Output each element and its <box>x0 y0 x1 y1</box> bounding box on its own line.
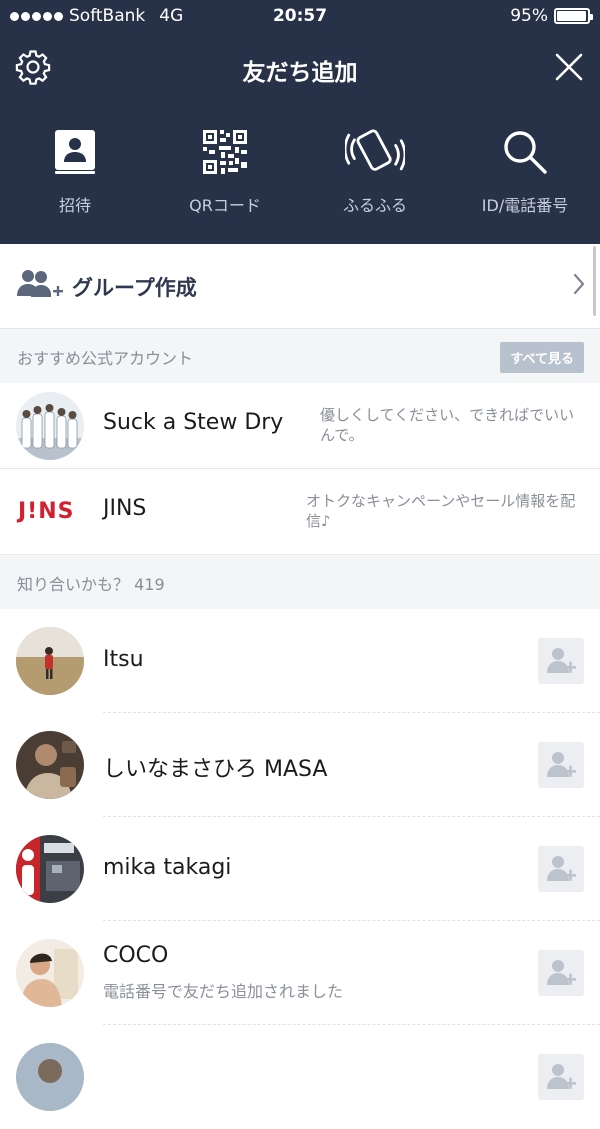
friend-name: mika takagi <box>103 855 232 880</box>
header: SoftBank 4G 20:57 95% 友だち追加 招待 QRコード ふるふ… <box>0 0 600 244</box>
add-friend-button[interactable] <box>538 846 584 892</box>
shake-phone-icon <box>345 122 405 182</box>
qr-code-icon <box>195 122 255 182</box>
official-account-item[interactable]: J!NS JINS オトクなキャンペーンやセール情報を配信♪ <box>0 469 600 555</box>
list-item[interactable]: COCO 電話番号で友だち追加されました <box>0 921 600 1025</box>
search-icon <box>495 122 555 182</box>
avatar <box>16 627 84 695</box>
create-group-row[interactable]: グループ作成 <box>0 244 600 329</box>
status-right: 95% <box>510 6 593 26</box>
add-friend-button[interactable] <box>538 742 584 788</box>
official-account-name: Suck a Stew Dry <box>103 410 284 435</box>
official-account-description: オトクなキャンペーンやセール情報を配信♪ <box>306 492 576 530</box>
see-all-button[interactable]: すべて見る <box>500 342 584 373</box>
avatar <box>16 835 84 903</box>
official-accounts-title: おすすめ公式アカウント <box>17 349 194 368</box>
add-group-icon <box>16 268 64 306</box>
shake-button[interactable]: ふるふる <box>300 100 450 244</box>
add-friend-button[interactable] <box>538 638 584 684</box>
add-friend-button[interactable] <box>538 1054 584 1100</box>
page-title: 友だち追加 <box>242 60 358 86</box>
shake-label: ふるふる <box>342 196 407 215</box>
scrollbar[interactable] <box>593 246 596 316</box>
list-item[interactable]: しいなまさひろ MASA <box>0 713 600 817</box>
list-item[interactable]: Itsu <box>0 609 600 713</box>
add-friend-icon <box>547 648 576 673</box>
avatar <box>16 1043 84 1111</box>
avatar <box>16 939 84 1007</box>
jins-logo: J!NS <box>18 499 75 524</box>
friend-name: COCO <box>103 943 169 968</box>
list-item[interactable] <box>0 1025 600 1129</box>
friend-name: しいなまさひろ MASA <box>103 757 328 782</box>
friend-subtext: 電話番号で友だち追加されました <box>103 982 344 1001</box>
title-bar: 友だち追加 <box>0 34 600 100</box>
avatar <box>16 731 84 799</box>
official-account-avatar <box>16 392 84 460</box>
official-accounts-header: おすすめ公式アカウント すべて見る <box>0 329 600 383</box>
qr-code-button[interactable]: QRコード <box>150 100 300 244</box>
list-item[interactable]: mika takagi <box>0 817 600 921</box>
official-account-name: JINS <box>103 496 147 521</box>
battery-percent: 95% <box>510 6 548 26</box>
id-phone-search-label: ID/電話番号 <box>481 196 569 215</box>
id-phone-search-button[interactable]: ID/電話番号 <box>450 100 600 244</box>
add-friend-button[interactable] <box>538 950 584 996</box>
add-friend-icon <box>547 856 576 881</box>
add-friend-icon <box>547 960 576 985</box>
close-icon <box>555 53 583 81</box>
add-friend-icon <box>547 752 576 777</box>
official-account-item[interactable]: Suck a Stew Dry 優しくしてください、できればでいいんで。 <box>0 383 600 469</box>
invite-button[interactable]: 招待 <box>0 100 150 244</box>
contact-book-icon <box>45 122 105 182</box>
battery-icon <box>554 8 593 24</box>
invite-label: 招待 <box>58 196 91 215</box>
create-group-label: グループ作成 <box>72 276 197 300</box>
status-bar: SoftBank 4G 20:57 95% <box>0 0 600 34</box>
friend-name: Itsu <box>103 647 144 672</box>
official-account-description: 優しくしてください、できればでいいんで。 <box>320 406 575 444</box>
close-button[interactable] <box>552 50 586 84</box>
people-you-may-know-title: 知り合いかも？ 419 <box>17 575 165 594</box>
people-you-may-know-header: 知り合いかも？ 419 <box>0 555 600 609</box>
chevron-right-icon <box>572 272 586 300</box>
qr-code-label: QRコード <box>189 196 261 215</box>
add-friend-methods: 招待 QRコード ふるふる ID/電話番号 <box>0 100 600 244</box>
